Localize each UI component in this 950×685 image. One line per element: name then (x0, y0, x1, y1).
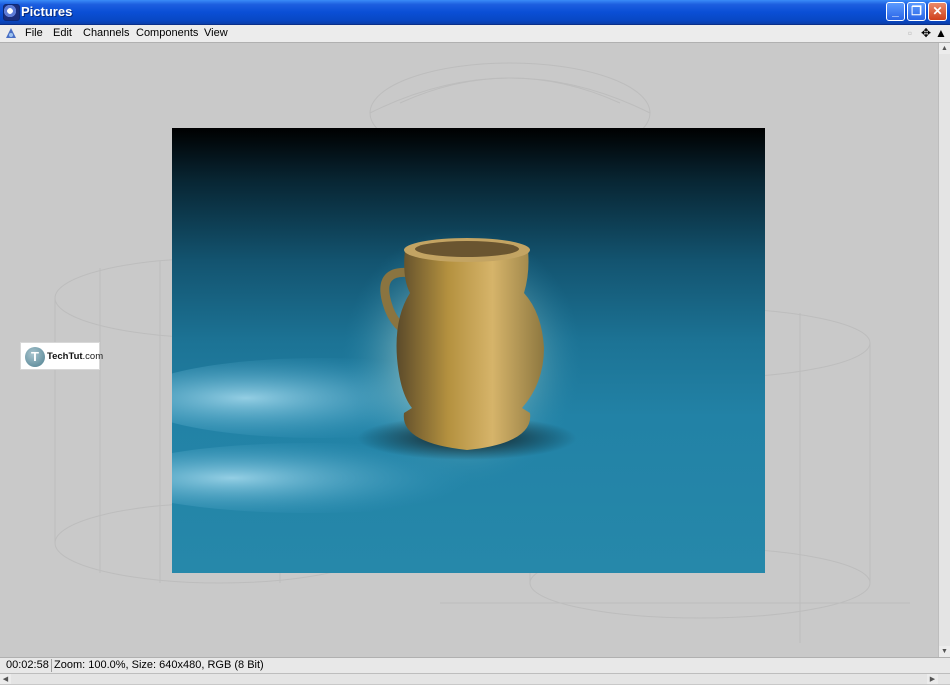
picture-viewport[interactable]: T TechTut.com (0, 43, 938, 657)
window-title: Pictures (21, 4, 73, 19)
techtut-logo-icon: T (25, 347, 45, 367)
status-bar: 00:02:58 Zoom: 100.0%, Size: 640x480, RG… (0, 657, 950, 673)
close-button[interactable]: ✕ (928, 2, 947, 21)
rendered-image (172, 128, 765, 573)
menu-channels[interactable]: Channels (83, 27, 129, 39)
techtut-watermark: T TechTut.com (20, 342, 104, 370)
picture-viewer-icon[interactable] (4, 26, 18, 40)
scroll-up-arrow-icon[interactable]: ▲ (939, 43, 950, 54)
move-icon[interactable]: ✥ (919, 26, 933, 40)
menu-file[interactable]: File (25, 27, 43, 39)
vertical-scrollbar[interactable]: ▲ ▼ (938, 43, 950, 657)
watermark-text: TechTut.com (47, 351, 104, 362)
image-info: Zoom: 100.0%, Size: 640x480, RGB (8 Bit) (54, 659, 264, 671)
title-bar: Pictures _ ❐ ✕ (0, 0, 950, 25)
menu-components[interactable]: Components (136, 27, 198, 39)
scroll-down-arrow-icon[interactable]: ▼ (939, 646, 950, 657)
scroll-left-arrow-icon[interactable]: ◀ (0, 674, 11, 684)
menu-edit[interactable]: Edit (53, 27, 72, 39)
maximize-button[interactable]: ❐ (907, 2, 926, 21)
app-icon[interactable] (3, 4, 20, 21)
render-time: 00:02:58 (4, 659, 52, 672)
navigate-icon[interactable]: ▲ (934, 26, 948, 40)
scroll-right-arrow-icon[interactable]: ▶ (927, 674, 938, 684)
disabled-tool-icon: ▫ (907, 26, 913, 40)
menu-bar: File Edit Channels Components View ▫ ✥ ▲ (0, 25, 950, 43)
minimize-button[interactable]: _ (886, 2, 905, 21)
horizontal-scrollbar[interactable]: ◀ ▶ (0, 673, 950, 684)
menu-view[interactable]: View (204, 27, 228, 39)
